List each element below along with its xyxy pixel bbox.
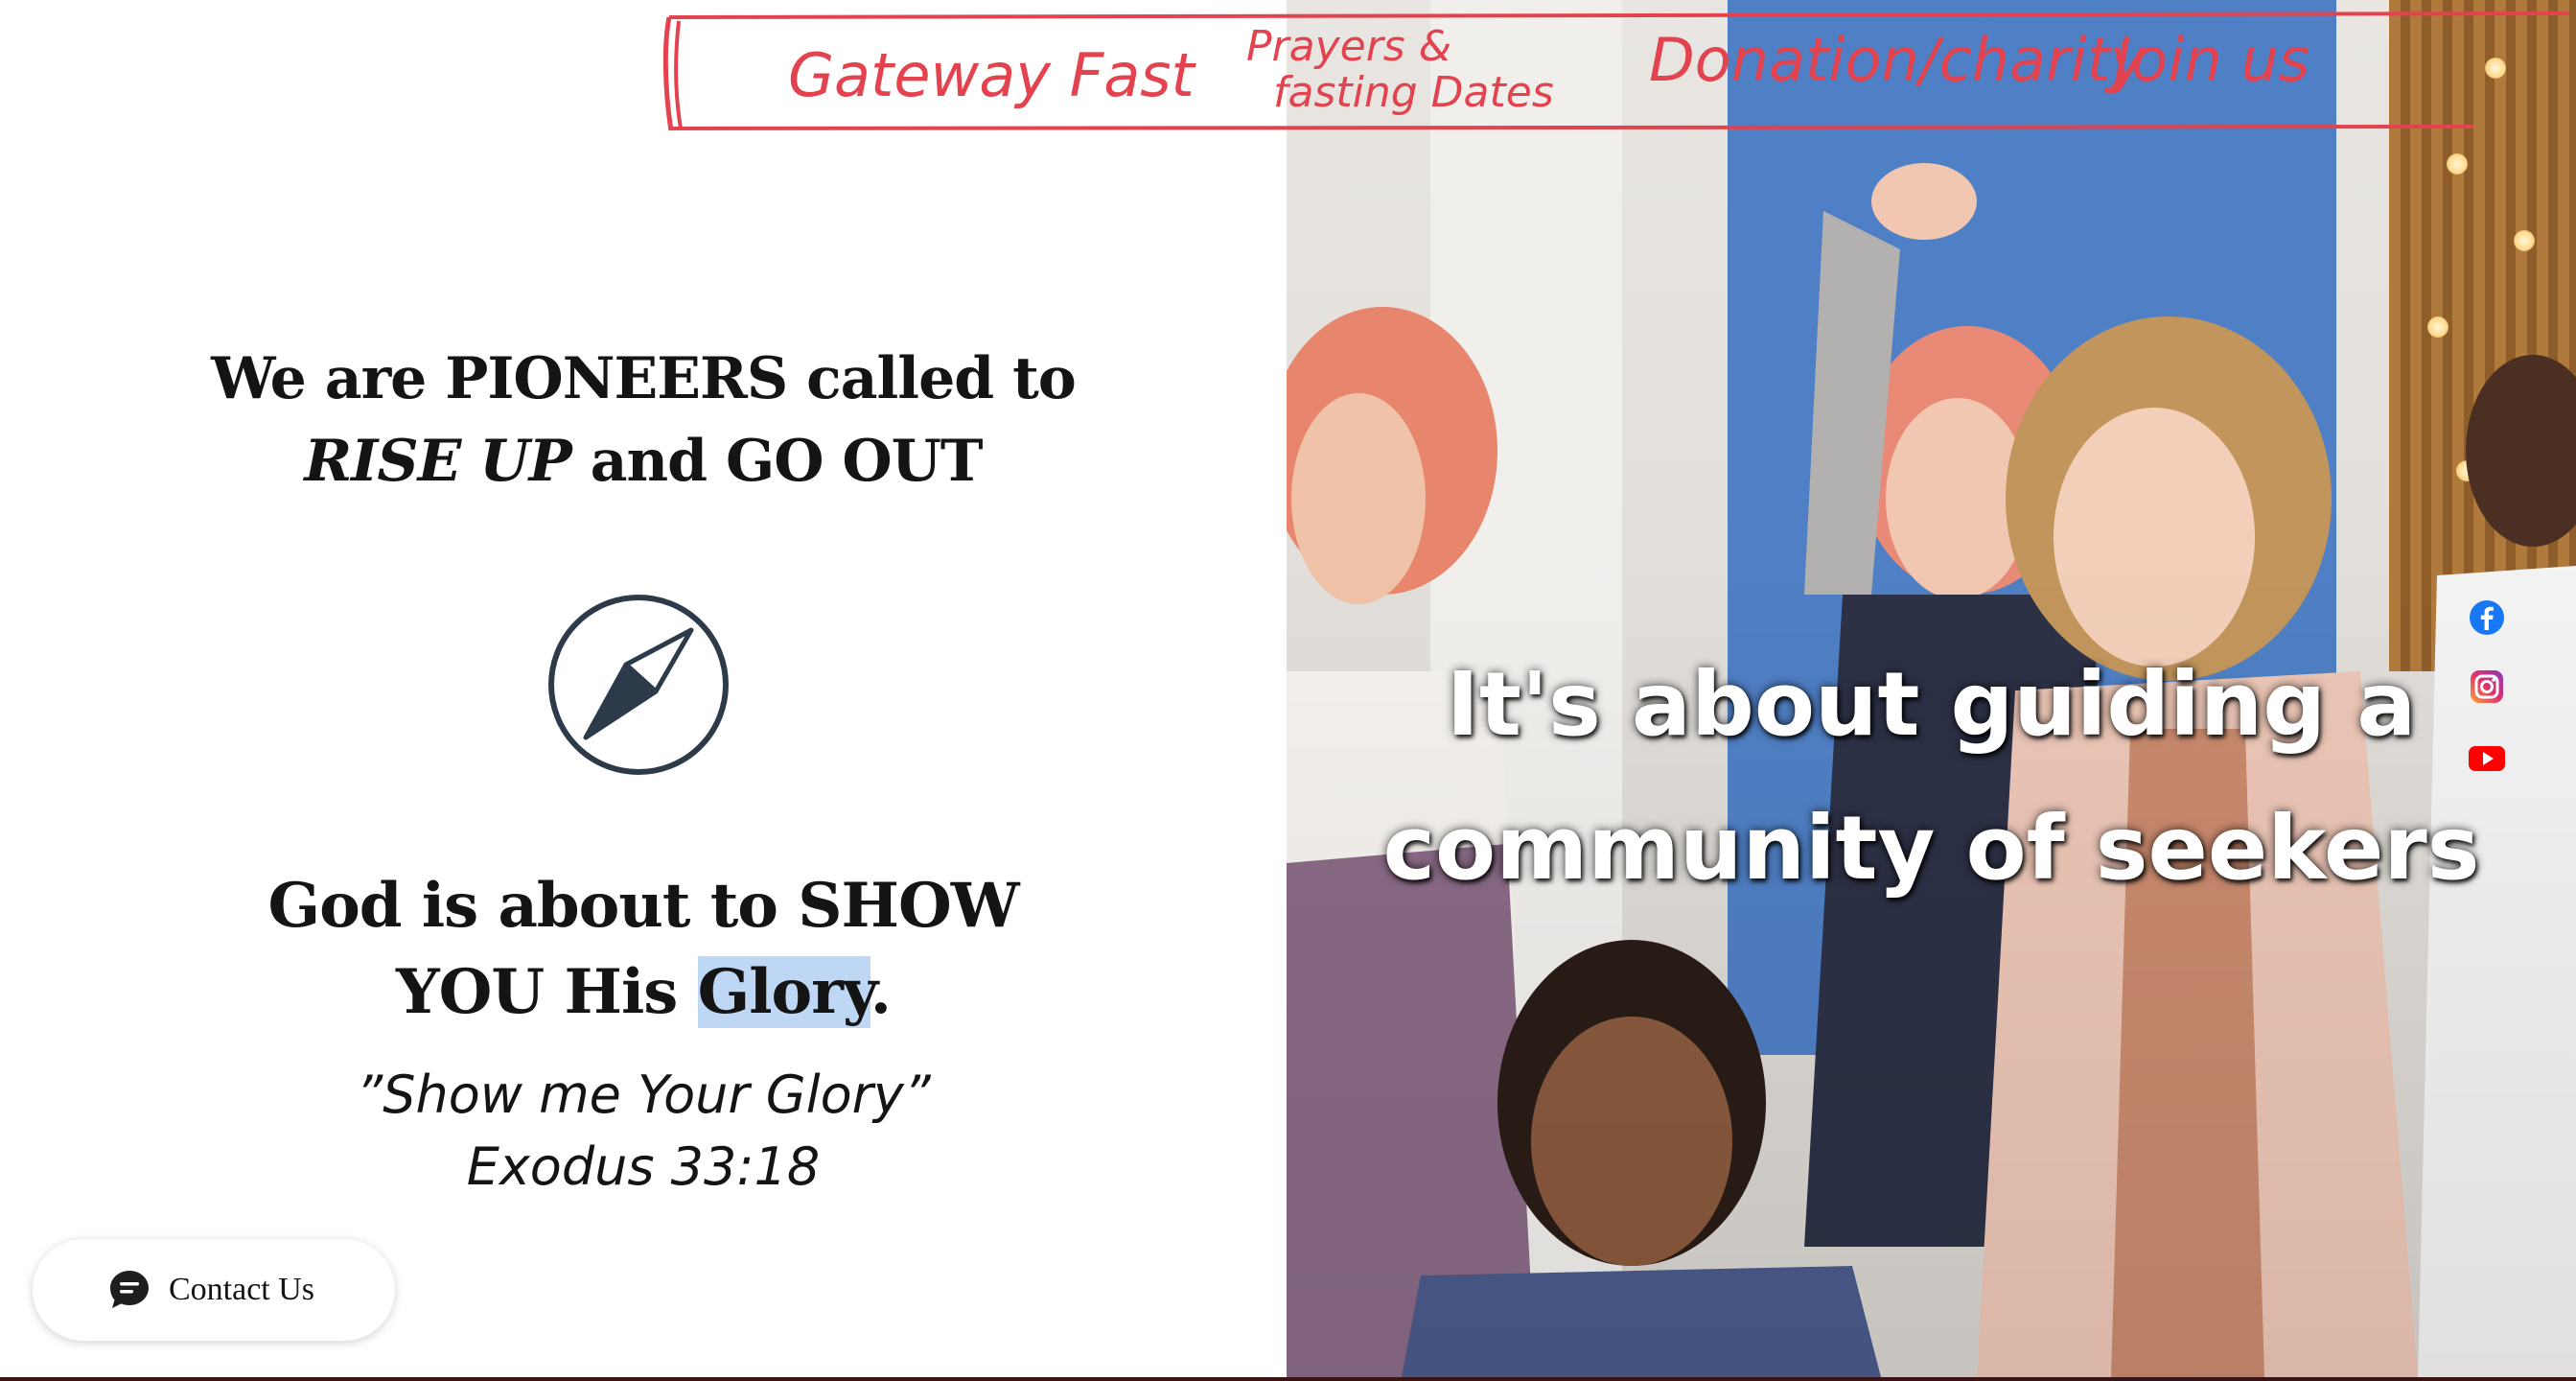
hero-subheadline-line2: YOU His bbox=[395, 956, 698, 1028]
hero-subheadline: God is about to SHOW YOU His Glory. bbox=[0, 863, 1287, 1036]
annotation-nav-fasting-dates: fasting Dates bbox=[1273, 68, 1554, 117]
contact-us-label: Contact Us bbox=[169, 1272, 315, 1307]
chat-bubble-icon bbox=[110, 1271, 149, 1308]
hero-headline-line2: and GO OUT bbox=[570, 428, 984, 495]
instagram-icon[interactable] bbox=[2468, 667, 2506, 706]
youtube-icon[interactable] bbox=[2468, 738, 2506, 777]
hero-headline-emphasis: RISE UP bbox=[304, 428, 571, 495]
video-caption-line-1: It's about guiding a bbox=[1446, 653, 2417, 756]
contact-us-button[interactable]: Contact Us bbox=[33, 1239, 395, 1341]
hero-headline-line1: We are PIONEERS called to bbox=[211, 345, 1077, 412]
hero-subheadline-period: . bbox=[870, 956, 892, 1028]
verse-reference: Exodus 33:18 bbox=[466, 1136, 821, 1197]
facebook-icon[interactable] bbox=[2468, 598, 2506, 637]
verse-quote: ”Show me Your Glory” bbox=[356, 1065, 931, 1125]
hero-subheadline-line1: God is about to SHOW bbox=[267, 870, 1019, 942]
selected-text-highlight: Glory bbox=[697, 956, 871, 1028]
hero-headline: We are PIONEERS called to RISE UP and GO… bbox=[0, 338, 1287, 503]
annotation-nav-gateway-fast: Gateway Fast bbox=[788, 40, 1195, 110]
annotation-nav-donation: Donation/charity bbox=[1649, 25, 2146, 95]
bottom-border bbox=[0, 1377, 2576, 1381]
video-caption-line-2: community of seekers bbox=[1382, 797, 2480, 900]
compass-icon bbox=[548, 595, 729, 775]
annotation-nav-join-us: Join us bbox=[2114, 25, 2310, 95]
annotation-nav-prayers: Prayers & bbox=[1246, 22, 1452, 71]
